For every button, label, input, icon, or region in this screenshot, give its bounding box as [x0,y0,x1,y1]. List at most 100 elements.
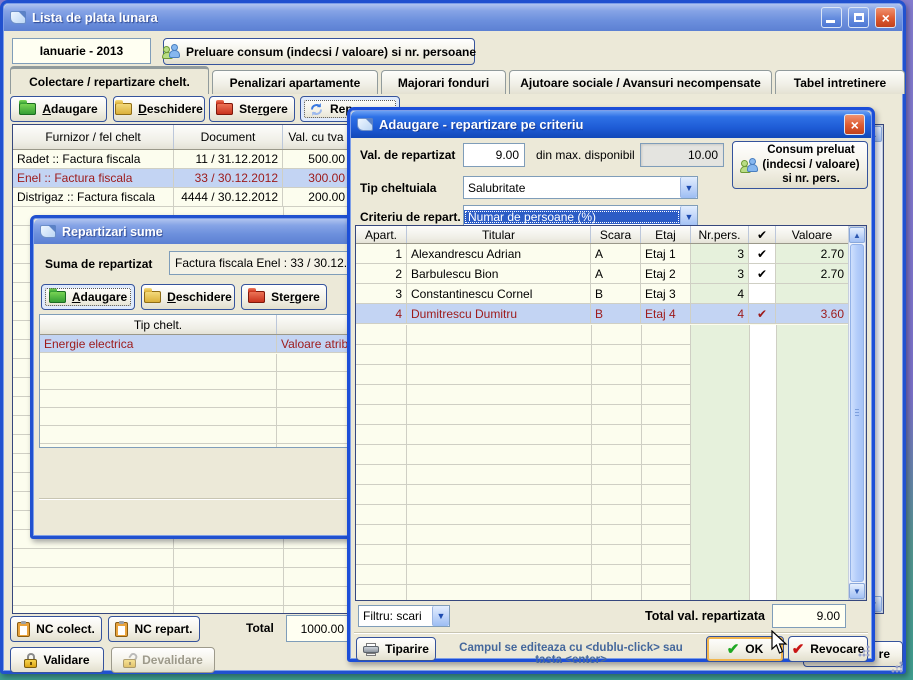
tab-tabel-intretinere[interactable]: Tabel intretinere [775,70,905,94]
tab-label: Majorari fonduri [398,76,489,90]
nc-repart-button[interactable]: NC repart. [108,616,200,642]
dialog-note-icon [357,118,373,131]
devalidare-button[interactable]: Devalidare [111,647,215,673]
red-folder-icon [216,103,233,115]
main-window-title: Lista de plata lunara [32,10,158,25]
validare-label: Validare [43,653,89,667]
tip-cheltuiala-combo[interactable]: Salubritate ▼ [463,176,698,199]
consum-preluat-label: Consum preluat (indecsi / valoare) si nr… [762,143,859,186]
validare-button[interactable]: Validare [10,647,104,673]
minimize-button[interactable] [821,7,842,28]
apartament-row-selected[interactable]: 4 Dumitrescu Dumitru B Etaj 4 4 ✔ 3.60 [356,304,866,324]
apartamente-table-header[interactable]: Apart. Titular Scara Etaj Nr.pers. ✔ Val… [356,226,866,244]
repart-adaugare-button[interactable]: Adaugare [41,284,135,310]
deschidere-button[interactable]: Deschidere [113,96,205,122]
yellow-folder-icon [144,291,161,303]
month-field-value: Ianuarie - 2013 [40,44,123,58]
maximize-button[interactable] [848,7,869,28]
adaugare-label: Adaugare [42,102,97,116]
val-repartizat-field[interactable]: 9.00 [463,143,525,167]
dialog-resize-grip[interactable] [858,645,870,657]
devalidare-label: Devalidare [142,653,203,667]
total-repartizata-value: 9.00 [817,609,840,623]
dialog-close-button[interactable]: × [844,114,865,135]
tab-colectare-repartizare[interactable]: Colectare / repartizare chelt. [10,66,209,94]
nc-colect-button[interactable]: NC colect. [10,616,102,642]
check-icon [749,284,776,304]
col-furnizor[interactable]: Furnizor / fel chelt [13,125,174,149]
deschidere-label: Deschidere [138,102,203,116]
main-titlebar[interactable]: Lista de plata lunara × [4,4,902,31]
col-document[interactable]: Document [174,125,283,149]
col-titular[interactable]: Titular [407,226,591,243]
scroll-up-icon[interactable]: ▲ [849,227,865,243]
max-disponibil-value: 10.00 [688,148,718,162]
tab-ajutoare-sociale[interactable]: Ajutoare sociale / Avansuri necompensate [509,70,772,94]
val-repartizat-value: 9.00 [496,148,519,162]
col-apart[interactable]: Apart. [356,226,407,243]
scroll-thumb[interactable] [850,244,864,582]
month-field[interactable]: Ianuarie - 2013 [12,38,151,64]
tiparire-button[interactable]: Tiparire [356,637,436,661]
repart-deschidere-button[interactable]: Deschidere [141,284,235,310]
clipboard-icon [115,622,128,637]
col-check[interactable]: ✔ [749,226,776,243]
maximize-icon [854,13,864,22]
apartament-row[interactable]: 2 Barbulescu Bion A Etaj 2 3 ✔ 2.70 [356,264,866,284]
repartizari-title: Repartizari sume [62,225,163,239]
preluare-consum-button[interactable]: Preluare consum (indecsi / valoare) si n… [163,38,475,65]
apartament-row[interactable]: 3 Constantinescu Cornel B Etaj 3 4 [356,284,866,304]
max-disponibil-field: 10.00 [640,143,724,167]
app-note-icon [10,11,26,24]
revocare-button[interactable]: ✔ Revocare [788,636,868,662]
lock-closed-icon [24,653,37,668]
col-etaj[interactable]: Etaj [641,226,691,243]
close-button[interactable]: × [875,7,896,28]
apartament-row[interactable]: 1 Alexandrescu Adrian A Etaj 1 3 ✔ 2.70 [356,244,866,264]
consum-preluat-button[interactable]: Consum preluat (indecsi / valoare) si nr… [732,141,868,189]
people-icon [740,158,758,173]
dialog-titlebar[interactable]: Adaugare - repartizare pe criteriu × [351,111,871,138]
chevron-down-icon[interactable]: ▼ [680,177,697,198]
main-resize-grip[interactable] [891,661,903,673]
tab-label: Ajutoare sociale / Avansuri necompensate [520,76,761,90]
col-scara[interactable]: Scara [591,226,641,243]
repart-stergere-button[interactable]: Stergere [241,284,327,310]
tab-majorari-fonduri[interactable]: Majorari fonduri [381,70,506,94]
chevron-down-icon[interactable]: ▼ [432,606,449,626]
revocare-label: Revocare [810,642,864,656]
col-tip-chelt[interactable]: Tip chelt. [40,315,277,334]
nc-colect-label: NC colect. [36,622,95,636]
apartamente-table-scrollbar[interactable]: ▲ ▼ [848,226,866,600]
dialog-title: Adaugare - repartizare pe criteriu [379,117,583,132]
suma-label: Suma de repartizat [45,257,152,271]
green-folder-icon [19,103,36,115]
refresh-icon [309,102,324,117]
total-value-field: 1000.00 [286,615,350,642]
adaugare-button[interactable]: Adaugare [10,96,107,122]
apartamente-empty-area [356,325,866,600]
adaugare-dialog: Adaugare - repartizare pe criteriu × Val… [347,107,875,662]
chevron-down-icon[interactable]: ▼ [680,206,697,227]
minimize-icon [826,20,835,23]
clipboard-icon [17,622,30,637]
val-repartizat-label: Val. de repartizat [360,148,455,162]
adaugare-label: Adaugare [72,290,127,304]
tab-penalizari-apartamente[interactable]: Penalizari apartamente [212,70,378,94]
stergere-button[interactable]: Stergere [209,96,295,122]
total-value: 1000.00 [301,622,344,636]
green-check-icon: ✔ [727,640,740,658]
tab-label: Colectare / repartizare chelt. [29,75,190,89]
green-folder-icon [49,291,66,303]
stergere-label: Stergere [239,102,288,116]
col-val-cu-tva[interactable]: Val. cu tva [283,125,350,149]
ok-label: OK [745,642,763,656]
scroll-down-icon[interactable]: ▼ [849,583,865,599]
filtru-scari-combo[interactable]: Filtru: scari ▼ [358,605,450,627]
col-nrpers[interactable]: Nr.pers. [691,226,749,243]
screen: Lista de plata lunara × Ianuarie - 2013 … [0,0,913,680]
check-icon: ✔ [749,304,776,324]
partial-button-label: re [879,647,890,661]
col-valoare[interactable]: Valoare [776,226,849,243]
apartamente-table: Apart. Titular Scara Etaj Nr.pers. ✔ Val… [355,225,867,601]
